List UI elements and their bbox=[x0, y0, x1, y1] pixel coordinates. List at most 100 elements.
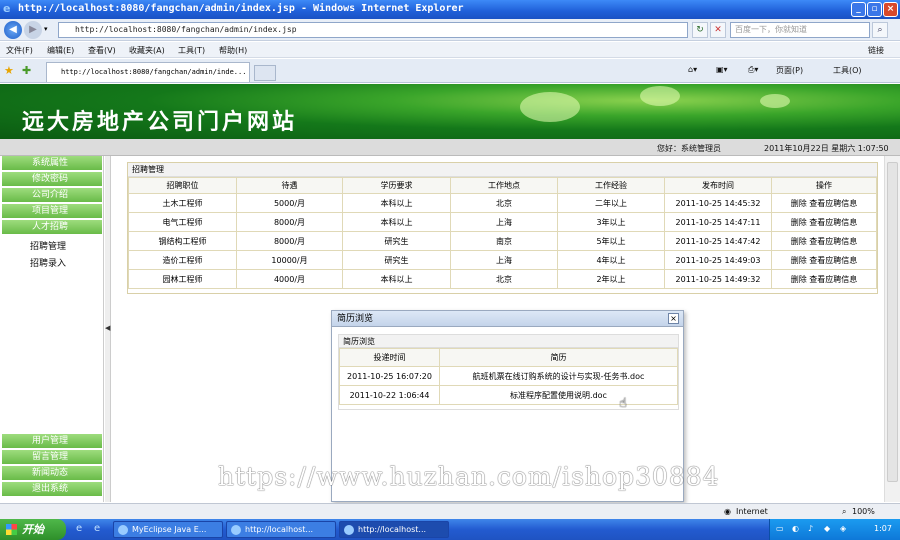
refresh-button[interactable]: ↻ bbox=[692, 22, 708, 38]
table-row: 园林工程师 4000/月 本科以上 北京 2年以上 2011-10-25 14:49:32… bbox=[128, 269, 877, 289]
salary-cell: 10000/月 bbox=[236, 250, 343, 270]
column-header: 招聘职位 bbox=[128, 177, 237, 194]
delete-link[interactable]: 删除 bbox=[791, 199, 807, 208]
delete-link[interactable]: 删除 bbox=[791, 218, 807, 227]
recruit-panel-title: 招聘管理 bbox=[128, 163, 877, 177]
menu-favorites[interactable]: 收藏夹(A) bbox=[129, 45, 165, 56]
table-row: 造价工程师 10000/月 研究生 上海 4年以上 2011-10-25 14:49:03… bbox=[128, 250, 877, 270]
network-icon[interactable]: ◐ bbox=[792, 524, 799, 533]
watermark-text: https://www.huzhan.com/ishop30884 bbox=[218, 462, 720, 491]
add-favorites-icon[interactable]: ✚ bbox=[22, 64, 31, 77]
zoom-icon[interactable]: ⌕ bbox=[842, 507, 846, 517]
close-window-button[interactable]: × bbox=[883, 2, 898, 17]
experience-cell: 2年以上 bbox=[557, 269, 665, 289]
publish-time-cell: 2011-10-25 14:47:42 bbox=[664, 231, 772, 251]
view-applications-link[interactable]: 查看应聘信息 bbox=[809, 237, 857, 246]
actions-cell: 删除 查看应聘信息 bbox=[771, 193, 877, 213]
view-applications-link[interactable]: 查看应聘信息 bbox=[809, 256, 857, 265]
address-toolbar: ◀ ▶ ▾ http://localhost:8080/fangchan/adm… bbox=[0, 19, 900, 41]
sidebar-item-message-management[interactable]: 留言管理 bbox=[2, 450, 102, 465]
home-icon[interactable]: ⌂▾ bbox=[688, 65, 697, 74]
favorites-star-icon[interactable]: ★ bbox=[4, 64, 14, 77]
sidebar-item-logout[interactable]: 退出系统 bbox=[2, 482, 102, 497]
view-applications-link[interactable]: 查看应聘信息 bbox=[809, 199, 857, 208]
table-row: 电气工程师 8000/月 本科以上 上海 3年以上 2011-10-25 14:47:11… bbox=[128, 212, 877, 232]
forward-button[interactable]: ▶ bbox=[24, 21, 42, 39]
maximize-button[interactable]: ▫ bbox=[867, 2, 882, 17]
zoom-level[interactable]: 100% bbox=[852, 507, 875, 516]
publish-time-cell: 2011-10-25 14:49:32 bbox=[664, 269, 772, 289]
taskbar-item-label: http://localhost... bbox=[358, 525, 427, 534]
new-tab-button[interactable] bbox=[254, 65, 276, 81]
position-cell: 造价工程师 bbox=[128, 250, 237, 270]
sidebar-sub-recruit-entry[interactable]: 招聘录入 bbox=[30, 256, 66, 269]
print-icon[interactable]: ⎙▾ bbox=[748, 65, 758, 75]
page-menu[interactable]: 页面(P) bbox=[776, 65, 803, 76]
start-label: 开始 bbox=[22, 523, 44, 536]
menu-file[interactable]: 文件(F) bbox=[6, 45, 33, 56]
site-title: 远大房地产公司门户网站 bbox=[22, 109, 298, 135]
ie-quicklaunch-icon[interactable]: e bbox=[94, 523, 100, 534]
vertical-scrollbar[interactable] bbox=[884, 156, 900, 502]
back-button[interactable]: ◀ bbox=[4, 21, 22, 39]
volume-icon[interactable]: ♪ bbox=[808, 524, 813, 533]
column-header: 投递时间 bbox=[339, 348, 440, 367]
taskbar-item-ie-2[interactable]: http://localhost... bbox=[339, 521, 449, 538]
view-applications-link[interactable]: 查看应聘信息 bbox=[809, 218, 857, 227]
stop-button[interactable]: ✕ bbox=[710, 22, 726, 38]
ie-quicklaunch-icon[interactable]: e bbox=[76, 523, 82, 534]
address-input[interactable]: http://localhost:8080/fangchan/admin/ind… bbox=[58, 22, 688, 38]
table-row: 土木工程师 5000/月 本科以上 北京 二年以上 2011-10-25 14:45:32… bbox=[128, 193, 877, 213]
menu-view[interactable]: 查看(V) bbox=[88, 45, 116, 56]
location-cell: 南京 bbox=[450, 231, 558, 251]
taskbar-item-myeclipse[interactable]: MyEclipse Java E... bbox=[113, 521, 223, 538]
menu-edit[interactable]: 编辑(E) bbox=[47, 45, 74, 56]
education-cell: 本科以上 bbox=[342, 269, 451, 289]
ie-logo-icon: e bbox=[3, 2, 11, 15]
minimize-button[interactable]: _ bbox=[851, 2, 866, 17]
delete-link[interactable]: 删除 bbox=[791, 275, 807, 284]
sidebar-item-user-management[interactable]: 用户管理 bbox=[2, 434, 102, 449]
delete-link[interactable]: 删除 bbox=[791, 256, 807, 265]
ie-icon bbox=[231, 525, 241, 535]
start-button[interactable]: 开始 bbox=[0, 519, 66, 540]
browser-tab-active[interactable]: http://localhost:8080/fangchan/admin/ind… bbox=[46, 62, 250, 82]
history-dropdown-icon[interactable]: ▾ bbox=[44, 25, 48, 33]
resume-time-cell: 2011-10-25 16:07:20 bbox=[339, 366, 440, 386]
menu-tools[interactable]: 工具(T) bbox=[178, 45, 205, 56]
feeds-icon[interactable]: ▣▾ bbox=[716, 65, 728, 74]
dialog-close-button[interactable]: × bbox=[668, 313, 679, 324]
view-applications-link[interactable]: 查看应聘信息 bbox=[809, 275, 857, 284]
delete-link[interactable]: 删除 bbox=[791, 237, 807, 246]
actions-cell: 删除 查看应聘信息 bbox=[771, 250, 877, 270]
experience-cell: 二年以上 bbox=[557, 193, 665, 213]
scrollbar-thumb[interactable] bbox=[887, 162, 898, 482]
safety-icon[interactable]: ◆ bbox=[824, 524, 830, 533]
publish-time-cell: 2011-10-25 14:49:03 bbox=[664, 250, 772, 270]
links-menu[interactable]: 链接 bbox=[868, 45, 884, 56]
collapse-arrow-icon[interactable]: ◀ bbox=[105, 324, 110, 332]
sidebar-item-change-password[interactable]: 修改密码 bbox=[2, 172, 102, 187]
sidebar-item-system-properties[interactable]: 系统属性 bbox=[2, 156, 102, 171]
dialog-header: 简历浏览 × bbox=[332, 311, 683, 327]
sidebar-splitter[interactable]: ◀ bbox=[105, 156, 111, 502]
table-row: 2011-10-25 16:07:20 航班机票在线订购系统的设计与实现-任务书… bbox=[339, 366, 678, 386]
taskbar-item-ie-1[interactable]: http://localhost... bbox=[226, 521, 336, 538]
sidebar-item-company-intro[interactable]: 公司介绍 bbox=[2, 188, 102, 203]
status-bar: ◉ Internet ⌕ 100% bbox=[0, 503, 900, 519]
sidebar-item-recruitment[interactable]: 人才招聘 bbox=[2, 220, 102, 235]
resume-file-link[interactable]: 标准程序配置使用说明.doc bbox=[439, 385, 678, 405]
keyboard-icon[interactable]: ▭ bbox=[776, 524, 784, 533]
resume-file-link[interactable]: 航班机票在线订购系统的设计与实现-任务书.doc bbox=[439, 366, 678, 386]
sidebar-item-news[interactable]: 新闻动态 bbox=[2, 466, 102, 481]
column-header: 简历 bbox=[439, 348, 678, 367]
sidebar-sub-recruit-manage[interactable]: 招聘管理 bbox=[30, 239, 66, 252]
search-input[interactable]: 百度一下，你就知道 bbox=[730, 22, 870, 38]
update-icon[interactable]: ◈ bbox=[840, 524, 846, 533]
banner-glow bbox=[640, 86, 680, 106]
menu-help[interactable]: 帮助(H) bbox=[219, 45, 247, 56]
publish-time-cell: 2011-10-25 14:45:32 bbox=[664, 193, 772, 213]
search-button[interactable]: ⌕ bbox=[872, 22, 888, 38]
tools-menu[interactable]: 工具(O) bbox=[833, 65, 862, 76]
sidebar-item-project-management[interactable]: 项目管理 bbox=[2, 204, 102, 219]
